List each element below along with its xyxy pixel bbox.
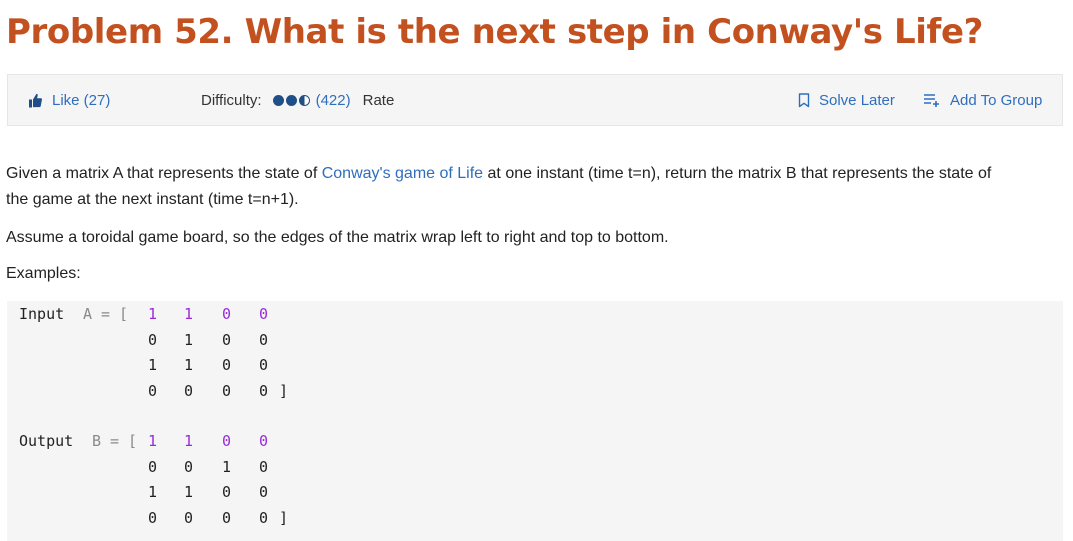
matrix-cell: 1 [184, 432, 194, 450]
bookmark-icon [798, 92, 810, 107]
example-code-block: Input A = [1 1 0 0 0 1 0 0 1 1 0 0 0 0 0 0] Output B = [1 1 0 0 0 0… [7, 301, 1063, 541]
matrix-cell: 1 [222, 457, 232, 476]
toroidal-note: Assume a toroidal game board, so the edg… [6, 229, 669, 246]
difficulty-dot-half [298, 94, 310, 106]
matrix-cell: 0 [148, 381, 158, 400]
example-output-keyword: Output [19, 432, 74, 450]
matrix-cell: 0 [259, 330, 269, 349]
difficulty-dot-filled [285, 94, 297, 106]
example-output-variable: B [92, 432, 102, 450]
matrix-cell: 0 [222, 356, 232, 374]
like-label: Like (27) [52, 91, 111, 109]
thumbs-up-icon [29, 93, 42, 107]
matrix-cell: 0 [222, 305, 232, 323]
difficulty-label: Difficulty: [201, 91, 262, 109]
matrix-cell: 0 [222, 381, 232, 400]
matrix-cell: 1 [148, 356, 158, 374]
matrix-cell: 0 [259, 483, 269, 501]
rate-button[interactable]: Rate [363, 92, 395, 109]
matrix-cell: 0 [148, 508, 158, 527]
difficulty-dots [272, 94, 312, 106]
matrix-cell: 0 [259, 508, 269, 527]
conway-life-link[interactable]: Conway's game of Life [322, 165, 483, 182]
matrix-cell: 1 [184, 330, 194, 349]
examples-heading: Examples: [6, 265, 81, 282]
add-to-group-button[interactable]: Add To Group [923, 75, 1042, 125]
matrix-cell: 0 [259, 457, 269, 476]
matrix-cell: 1 [148, 432, 158, 450]
problem-toolbar: Like (27) Difficulty: (422) Rate Solve L… [7, 74, 1063, 126]
example-input-variable: A [83, 305, 93, 323]
example-input-open-bracket: [ [119, 305, 129, 323]
example-input-close-bracket: ] [279, 381, 289, 400]
page-title: Problem 52. What is the next step in Con… [6, 12, 983, 52]
matrix-cell: 1 [184, 305, 194, 323]
matrix-cell: 0 [259, 381, 269, 400]
problem-description: Given a matrix A that represents the sta… [6, 161, 1016, 213]
matrix-cell: 0 [184, 381, 194, 400]
matrix-cell: 0 [259, 356, 269, 374]
matrix-cell: 1 [148, 305, 158, 323]
add-to-group-label: Add To Group [950, 91, 1043, 109]
matrix-cell: 0 [184, 508, 194, 527]
matrix-cell: 0 [148, 457, 158, 476]
matrix-cell: 0 [222, 483, 232, 501]
matrix-cell: 0 [222, 330, 232, 349]
difficulty-dot-filled [272, 94, 284, 106]
example-output-close-bracket: ] [279, 508, 289, 527]
example-output-open-bracket: [ [128, 432, 138, 450]
matrix-cell: 0 [184, 457, 194, 476]
example-input-keyword: Input [19, 305, 65, 323]
add-to-list-icon [924, 93, 939, 107]
matrix-cell: 0 [222, 508, 232, 527]
matrix-cell: 1 [184, 483, 194, 501]
matrix-cell: 1 [184, 356, 194, 374]
description-text: Given a matrix A that represents the sta… [6, 165, 322, 182]
matrix-cell: 0 [259, 305, 269, 323]
matrix-cell: 0 [222, 432, 232, 450]
rating-count-link[interactable]: (422) [316, 92, 351, 109]
example-output-equals: = [110, 432, 120, 450]
example-input-equals: = [101, 305, 111, 323]
difficulty-rating: Difficulty: (422) Rate [201, 75, 394, 125]
matrix-cell: 0 [259, 432, 269, 450]
solve-later-button[interactable]: Solve Later [798, 75, 895, 125]
matrix-cell: 1 [148, 483, 158, 501]
matrix-cell: 0 [148, 330, 158, 349]
solve-later-label: Solve Later [819, 91, 895, 109]
like-button[interactable]: Like (27) [28, 75, 110, 125]
